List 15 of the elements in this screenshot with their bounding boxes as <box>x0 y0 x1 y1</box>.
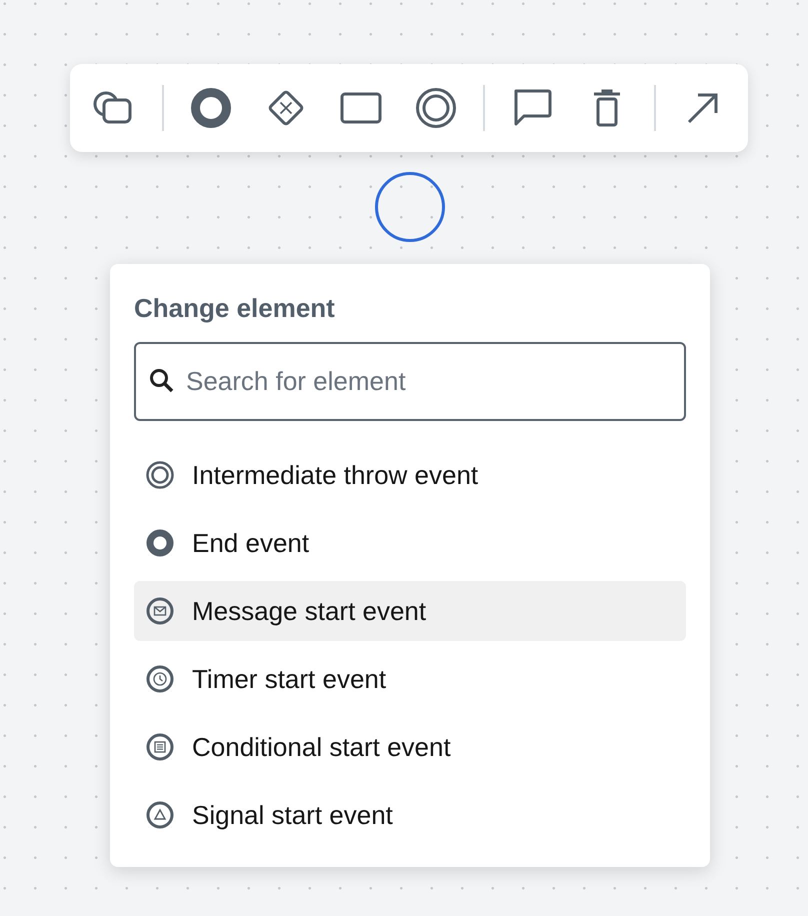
menu-item[interactable]: Intermediate throw event <box>134 445 686 505</box>
thick-circle-icon <box>146 529 174 557</box>
clock-circle-icon <box>146 665 174 693</box>
search-field[interactable]: Search for element <box>134 342 686 421</box>
double-circle-icon <box>146 461 174 489</box>
triangle-circle-icon <box>146 801 174 829</box>
search-icon <box>148 367 176 395</box>
menu-item[interactable]: End event <box>134 513 686 573</box>
envelope-circle-icon <box>146 597 174 625</box>
popup-title: Change element <box>134 292 336 325</box>
menu-item[interactable]: Timer start event <box>134 649 686 709</box>
list-circle-icon <box>146 733 174 761</box>
menu-item[interactable]: Message start event <box>134 581 686 641</box>
menu-item[interactable]: Signal start event <box>134 785 686 845</box>
menu-item[interactable]: Conditional start event <box>134 717 686 777</box>
